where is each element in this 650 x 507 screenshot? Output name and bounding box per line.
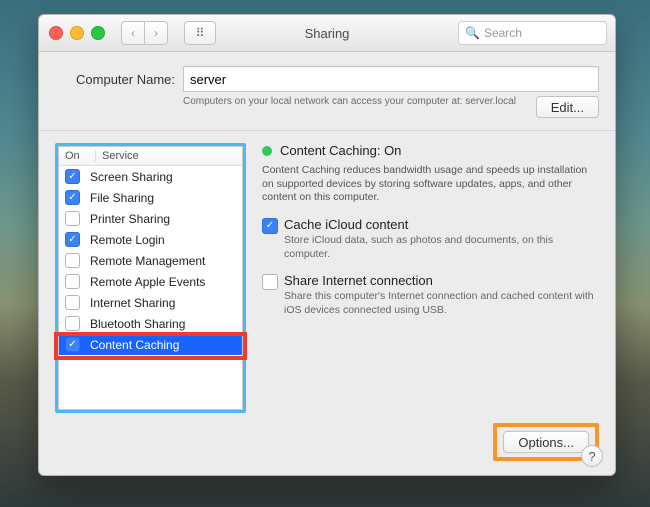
computer-name-subrow: Computers on your local network can acce…	[55, 96, 599, 118]
service-row[interactable]: ✓ Screen Sharing	[59, 166, 242, 187]
computer-name-input[interactable]	[183, 66, 599, 92]
status-line: Content Caching: On	[262, 143, 599, 158]
close-window-button[interactable]	[49, 26, 63, 40]
column-header-service: Service	[96, 150, 139, 162]
service-list-container: On Service ✓ Screen Sharing ✓ File Sharing P…	[55, 143, 246, 413]
service-label: File Sharing	[90, 191, 154, 205]
divider	[39, 130, 615, 131]
service-label: Remote Apple Events	[90, 275, 205, 289]
content-area: Computer Name: Computers on your local n…	[39, 52, 615, 475]
help-button[interactable]: ?	[581, 445, 603, 467]
cache-icloud-option: ✓ Cache iCloud content Store iCloud data…	[262, 217, 599, 261]
service-label: Internet Sharing	[90, 296, 175, 310]
service-label: Bluetooth Sharing	[90, 317, 185, 331]
service-row[interactable]: Printer Sharing	[59, 208, 242, 229]
share-internet-desc: Share this computer's Internet connectio…	[284, 290, 599, 317]
search-icon: 🔍	[465, 26, 480, 40]
service-row[interactable]: Internet Sharing	[59, 292, 242, 313]
service-checkbox[interactable]	[65, 253, 80, 268]
titlebar: ‹ › ⠿ Sharing 🔍 Search	[39, 15, 615, 52]
column-header-on: On	[59, 150, 96, 162]
back-button[interactable]: ‹	[121, 21, 144, 45]
service-row[interactable]: ✓ Remote Login	[59, 229, 242, 250]
service-row[interactable]: Remote Management	[59, 250, 242, 271]
service-checkbox[interactable]: ✓	[65, 337, 80, 352]
service-checkbox[interactable]: ✓	[65, 190, 80, 205]
zoom-window-button[interactable]	[91, 26, 105, 40]
service-row[interactable]: ✓ File Sharing	[59, 187, 242, 208]
service-row[interactable]: ✓ Content Caching	[59, 334, 242, 355]
service-checkbox[interactable]	[65, 295, 80, 310]
share-internet-option: Share Internet connection Share this com…	[262, 273, 599, 317]
service-label: Content Caching	[90, 338, 179, 352]
share-internet-checkbox[interactable]	[262, 274, 278, 290]
service-checkbox[interactable]	[65, 211, 80, 226]
service-label: Remote Management	[90, 254, 205, 268]
sharing-preferences-window: ‹ › ⠿ Sharing 🔍 Search Computer Name: Co…	[38, 14, 616, 476]
search-field[interactable]: 🔍 Search	[458, 21, 607, 45]
computer-name-row: Computer Name:	[55, 66, 599, 92]
service-checkbox[interactable]: ✓	[65, 232, 80, 247]
edit-computer-name-button[interactable]: Edit...	[536, 96, 599, 118]
help-icon: ?	[588, 449, 595, 464]
service-detail: Content Caching: On Content Caching redu…	[262, 143, 599, 465]
forward-button[interactable]: ›	[144, 21, 168, 45]
service-label: Remote Login	[90, 233, 165, 247]
computer-name-help: Computers on your local network can acce…	[183, 96, 536, 109]
service-checkbox[interactable]	[65, 274, 80, 289]
search-placeholder: Search	[484, 26, 522, 40]
cache-icloud-checkbox[interactable]: ✓	[262, 218, 278, 234]
show-all-button[interactable]: ⠿	[184, 21, 216, 45]
cache-icloud-desc: Store iCloud data, such as photos and do…	[284, 234, 599, 261]
service-row[interactable]: Remote Apple Events	[59, 271, 242, 292]
service-label: Screen Sharing	[90, 170, 173, 184]
service-label: Printer Sharing	[90, 212, 170, 226]
status-indicator-icon	[262, 146, 272, 156]
chevron-left-icon: ‹	[131, 26, 135, 40]
service-description: Content Caching reduces bandwidth usage …	[262, 164, 599, 205]
service-row[interactable]: Bluetooth Sharing	[59, 313, 242, 334]
options-button[interactable]: Options...	[503, 431, 589, 453]
options-button-wrap: Options...	[262, 423, 599, 465]
service-list-header: On Service	[59, 147, 242, 166]
share-internet-title: Share Internet connection	[284, 273, 599, 288]
main-row: On Service ✓ Screen Sharing ✓ File Sharing P…	[55, 143, 599, 465]
service-checkbox[interactable]: ✓	[65, 169, 80, 184]
service-list[interactable]: On Service ✓ Screen Sharing ✓ File Sharing P…	[58, 146, 243, 410]
minimize-window-button[interactable]	[70, 26, 84, 40]
computer-name-label: Computer Name:	[55, 72, 175, 87]
desktop-background: ‹ › ⠿ Sharing 🔍 Search Computer Name: Co…	[0, 0, 650, 507]
cache-icloud-title: Cache iCloud content	[284, 217, 599, 232]
status-text: Content Caching: On	[280, 143, 401, 158]
grid-icon: ⠿	[196, 26, 205, 40]
service-checkbox[interactable]	[65, 316, 80, 331]
nav-buttons: ‹ ›	[121, 21, 168, 45]
chevron-right-icon: ›	[154, 26, 158, 40]
window-controls	[49, 26, 105, 40]
